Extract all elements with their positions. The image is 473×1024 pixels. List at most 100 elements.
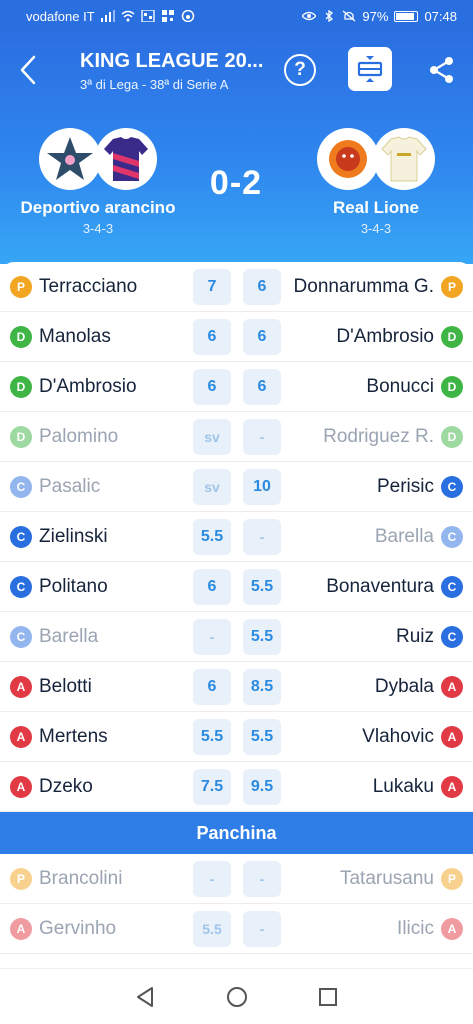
away-player-vote: -	[243, 519, 281, 555]
share-button[interactable]	[428, 56, 456, 84]
home-player-name: Mertens	[39, 725, 108, 747]
player-row[interactable]: P Brancolini - - Tatarusanu P	[0, 854, 473, 904]
home-player[interactable]: D D'Ambrosio	[10, 375, 137, 398]
away-player[interactable]: D'Ambrosio D	[336, 325, 463, 348]
away-team: Real Lione 3-4-3	[286, 128, 466, 236]
player-row[interactable]: C Zielinski 5.5 - Barella C	[0, 512, 473, 562]
player-row[interactable]: D Palomino sv - Rodriguez R. D	[0, 412, 473, 462]
home-player[interactable]: A Dzeko	[10, 775, 93, 798]
away-player-vote: -	[243, 419, 281, 455]
away-player[interactable]: Ilicic A	[397, 917, 463, 940]
away-player[interactable]: Tatarusanu P	[339, 867, 463, 890]
home-formation: 3-4-3	[82, 221, 114, 236]
nav-home-icon[interactable]	[225, 985, 249, 1009]
away-player[interactable]: Bonucci D	[366, 375, 463, 398]
away-player-name: D'Ambrosio	[336, 325, 434, 347]
home-player-name: Gervinho	[39, 917, 117, 939]
role-badge: A	[10, 775, 32, 798]
home-player[interactable]: D Palomino	[10, 425, 119, 448]
home-player[interactable]: C Zielinski	[10, 525, 108, 548]
player-row[interactable]: A Gervinho 5.5 - Ilicic A	[0, 904, 473, 954]
home-player-name: Manolas	[39, 325, 111, 347]
away-player-vote: -	[243, 861, 281, 897]
role-badge: A	[10, 675, 32, 698]
home-player-name: Politano	[39, 575, 108, 597]
role-badge: C	[10, 575, 32, 598]
away-player[interactable]: Donnarumma G. P	[294, 275, 463, 298]
home-player-vote: -	[193, 861, 231, 897]
away-team-jersey	[373, 128, 435, 190]
role-badge: A	[441, 775, 463, 798]
away-player-vote: 5.5	[243, 719, 281, 755]
away-player-name: Vlahovic	[362, 725, 434, 747]
nav-back-icon[interactable]	[134, 985, 158, 1009]
away-player-vote: 5.5	[243, 619, 281, 655]
home-player-name: Dzeko	[39, 775, 93, 797]
away-player-vote: 8.5	[243, 669, 281, 705]
role-badge: C	[441, 525, 463, 548]
chevron-left-icon	[20, 55, 36, 85]
away-player-name: Lukaku	[372, 775, 434, 797]
player-row[interactable]: D Manolas 6 6 D'Ambrosio D	[0, 312, 473, 362]
player-row[interactable]: D D'Ambrosio 6 6 Bonucci D	[0, 362, 473, 412]
bench-header: Panchina	[0, 812, 473, 854]
role-badge: D	[441, 325, 463, 348]
home-player-vote: 7.5	[193, 769, 231, 805]
away-player[interactable]: Ruiz C	[396, 625, 463, 648]
away-player[interactable]: Barella C	[375, 525, 463, 548]
home-player[interactable]: C Barella	[10, 625, 98, 648]
status-bar: vodafone IT 97% 07:48	[0, 0, 473, 32]
away-player-name: Bonucci	[366, 375, 434, 397]
lion-crest-icon	[329, 140, 367, 178]
home-player-vote: 5.5	[193, 719, 231, 755]
role-badge: D	[441, 375, 463, 398]
away-player-vote: 5.5	[243, 569, 281, 605]
nav-recents-icon[interactable]	[317, 986, 339, 1008]
layout-toggle-button[interactable]	[348, 47, 392, 91]
help-button[interactable]: ?	[284, 54, 316, 86]
back-button[interactable]	[14, 52, 42, 88]
away-player[interactable]: Dybala A	[374, 675, 463, 698]
away-player-name: Dybala	[374, 675, 434, 697]
role-badge: P	[10, 275, 32, 298]
away-team-logos	[286, 128, 466, 192]
player-row[interactable]: A Dzeko 7.5 9.5 Lukaku A	[0, 762, 473, 812]
home-player-name: Belotti	[39, 675, 92, 697]
home-player[interactable]: P Brancolini	[10, 867, 122, 890]
home-player[interactable]: A Mertens	[10, 725, 108, 748]
role-badge: C	[441, 475, 463, 498]
player-row[interactable]: P Terracciano 7 6 Donnarumma G. P	[0, 262, 473, 312]
role-badge: D	[441, 425, 463, 448]
role-badge: A	[441, 675, 463, 698]
home-player-name: Palomino	[39, 425, 119, 447]
away-player[interactable]: Lukaku A	[372, 775, 463, 798]
player-row[interactable]: A Mertens 5.5 5.5 Vlahovic A	[0, 712, 473, 762]
home-player-name: Terracciano	[39, 275, 138, 297]
player-row[interactable]: C Pasalic sv 10 Perisic C	[0, 462, 473, 512]
away-player[interactable]: Rodriguez R. D	[323, 425, 463, 448]
battery-icon	[394, 10, 419, 22]
home-player[interactable]: C Pasalic	[10, 475, 100, 498]
player-row[interactable]: C Politano 6 5.5 Bonaventura C	[0, 562, 473, 612]
away-player-name: Tatarusanu	[339, 867, 434, 889]
away-player-name: Ilicic	[397, 917, 434, 939]
home-team-name: Deportivo arancino	[20, 198, 176, 217]
away-player[interactable]: Bonaventura C	[326, 575, 463, 598]
role-badge: C	[10, 625, 32, 648]
away-player-vote: -	[243, 911, 281, 947]
away-player[interactable]: Perisic C	[377, 475, 463, 498]
home-player[interactable]: P Terracciano	[10, 275, 138, 298]
home-player[interactable]: D Manolas	[10, 325, 111, 348]
role-badge: P	[441, 867, 463, 890]
match-header: KING LEAGUE 20... 3ª di Lega - 38ª di Se…	[0, 32, 473, 264]
round-subtitle: 3ª di Lega - 38ª di Serie A	[80, 77, 229, 92]
signal-icon	[100, 10, 115, 22]
away-player-vote: 6	[243, 369, 281, 405]
away-player[interactable]: Vlahovic A	[362, 725, 463, 748]
player-row[interactable]: C Barella - 5.5 Ruiz C	[0, 612, 473, 662]
home-player[interactable]: A Gervinho	[10, 917, 117, 940]
player-row[interactable]: A Belotti 6 8.5 Dybala A	[0, 662, 473, 712]
home-player[interactable]: C Politano	[10, 575, 108, 598]
home-player-vote: 5.5	[193, 519, 231, 555]
home-player[interactable]: A Belotti	[10, 675, 92, 698]
